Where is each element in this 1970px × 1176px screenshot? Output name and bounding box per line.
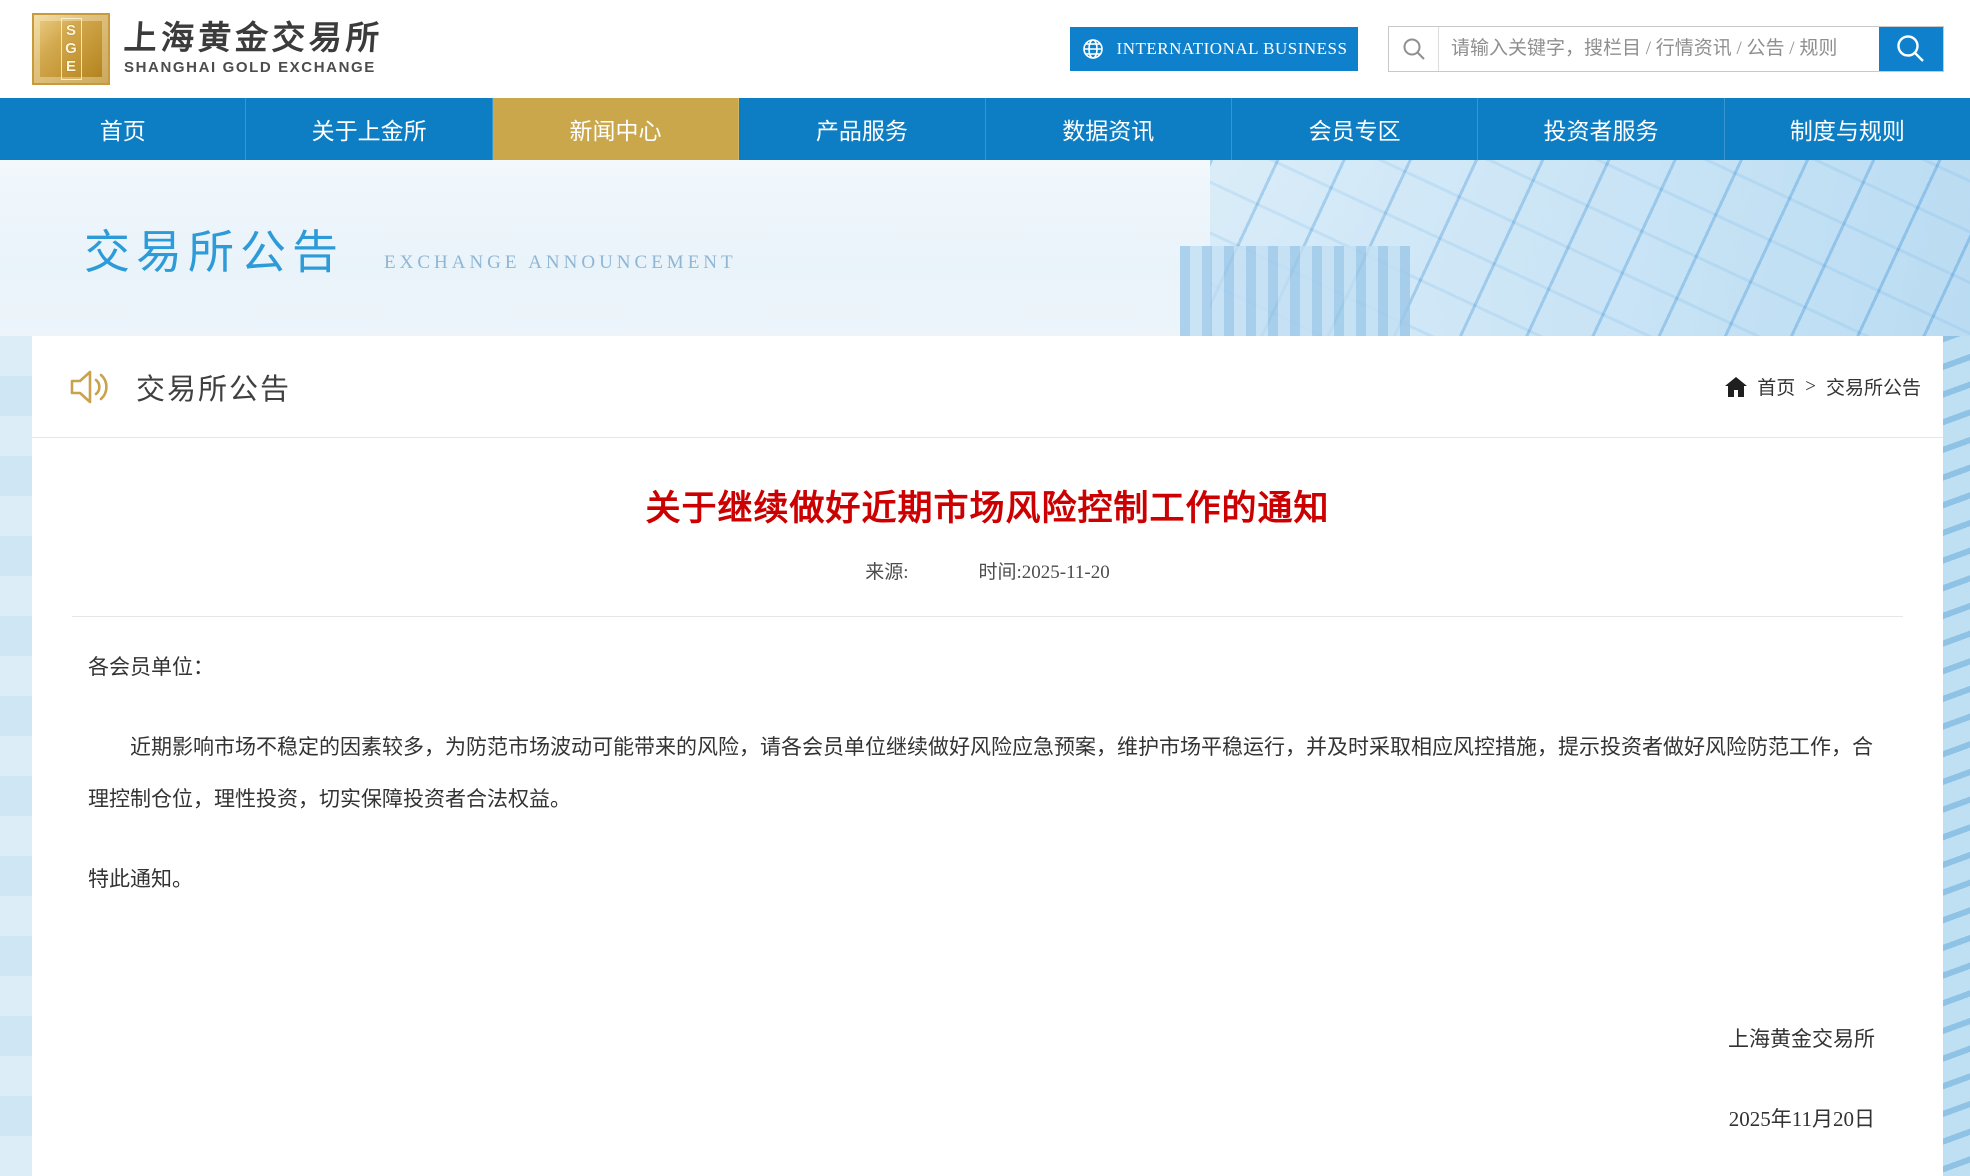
header-actions: INTERNATIONAL BUSINESS [1070,26,1944,72]
banner-building-image-small [1180,246,1410,336]
nav-item-rules[interactable]: 制度与规则 [1725,98,1970,160]
banner-title: 交易所公告 [84,227,344,278]
article-meta: 来源: 时间:2025-11-20 [72,557,1903,584]
section-header: 交易所公告 首页 > 交易所公告 [32,336,1943,438]
breadcrumb-current: 交易所公告 [1825,378,1921,399]
breadcrumb-separator: > [1805,375,1816,397]
article-paragraph-salutation: 各会员单位： [88,655,214,679]
nav-item-investor-services[interactable]: 投资者服务 [1478,98,1725,160]
content-card: 交易所公告 首页 > 交易所公告 关于继续做好近期市场风险控制工作的通知 来源:… [32,336,1943,1176]
search-icon [1389,27,1439,71]
article-signature: 上海黄金交易所 [1728,1027,1875,1051]
breadcrumb-home-link[interactable]: 首页 [1757,373,1795,400]
article-source: 来源: [865,562,909,583]
article-date: 2025年11月20日 [1728,1107,1875,1131]
sge-logo-icon: SGE [32,13,110,85]
nav-item-about[interactable]: 关于上金所 [246,98,493,160]
globe-icon [1081,37,1105,61]
banner-subtitle: EXCHANGE ANNOUNCEMENT [384,252,737,273]
brand-title-cn: 上海黄金交易所 [122,21,385,58]
section-title: 交易所公告 [136,373,292,406]
header: SGE 上海黄金交易所 SHANGHAI GOLD EXCHANGE INTER… [0,0,1970,98]
banner: 交易所公告 EXCHANGE ANNOUNCEMENT [0,160,1970,336]
search-submit-icon [1894,32,1928,66]
nav-item-news-center[interactable]: 新闻中心 [492,98,740,160]
main-nav: 首页 关于上金所 新闻中心 产品服务 数据资讯 会员专区 投资者服务 制度与规则 [0,98,1970,160]
brand-text: 上海黄金交易所 SHANGHAI GOLD EXCHANGE [122,21,385,77]
signature-block: 上海黄金交易所 2025年11月20日 [88,1013,1887,1145]
search-bar [1388,26,1944,72]
article-body: 各会员单位： 近期影响市场不稳定的因素较多，为防范市场波动可能带来的风险，请各会… [72,617,1903,1145]
breadcrumb: 首页 > 交易所公告 [1725,373,1921,400]
section-header-left: 交易所公告 [68,366,291,408]
nav-item-products[interactable]: 产品服务 [739,98,986,160]
article-time: 时间:2025-11-20 [978,562,1110,583]
page-background: 交易所公告 首页 > 交易所公告 关于继续做好近期市场风险控制工作的通知 来源:… [0,336,1970,1176]
international-business-label: INTERNATIONAL BUSINESS [1116,39,1348,58]
nav-item-home[interactable]: 首页 [0,98,247,160]
speaker-icon [68,367,114,407]
banner-titles: 交易所公告 EXCHANGE ANNOUNCEMENT [84,216,737,282]
article-paragraph-main: 近期影响市场不稳定的因素较多，为防范市场波动可能带来的风险，请各会员单位继续做好… [88,735,1873,811]
article: 关于继续做好近期市场风险控制工作的通知 来源: 时间:2025-11-20 各会… [32,480,1943,1145]
logo-abbr: SGE [60,18,82,80]
search-submit-button[interactable] [1879,27,1943,71]
article-paragraph-closing: 特此通知。 [88,867,193,891]
search-input[interactable] [1439,27,1879,71]
nav-item-data[interactable]: 数据资讯 [986,98,1232,160]
international-business-button[interactable]: INTERNATIONAL BUSINESS [1070,27,1358,71]
brand-title-en: SHANGHAI GOLD EXCHANGE [124,59,376,77]
brand-logo[interactable]: SGE 上海黄金交易所 SHANGHAI GOLD EXCHANGE [32,13,385,85]
nav-item-members[interactable]: 会员专区 [1232,98,1479,160]
home-icon [1725,376,1748,397]
article-title: 关于继续做好近期市场风险控制工作的通知 [645,489,1330,528]
